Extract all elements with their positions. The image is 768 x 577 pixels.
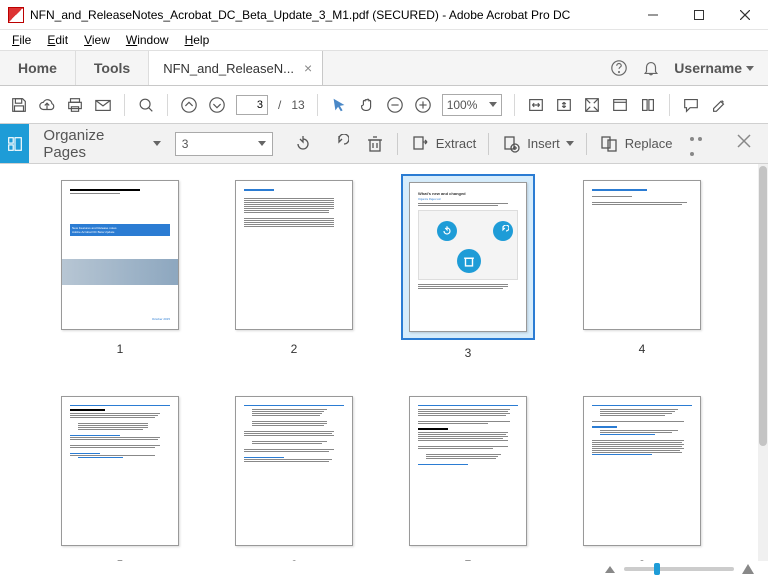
page-thumbnail[interactable]: 4 bbox=[562, 174, 722, 360]
tab-tools[interactable]: Tools bbox=[76, 51, 149, 85]
app-icon bbox=[8, 7, 24, 23]
organize-page-dropdown[interactable]: 3 bbox=[175, 132, 273, 156]
fullscreen-icon[interactable] bbox=[583, 96, 601, 114]
hand-tool-icon[interactable] bbox=[358, 96, 376, 114]
bottom-bar bbox=[0, 561, 768, 577]
tab-document-label: NFN_and_ReleaseN... bbox=[163, 61, 294, 76]
account-menu[interactable]: Username bbox=[674, 60, 754, 76]
page-thumbnail[interactable]: New Features and Release notesAdobe Acro… bbox=[40, 174, 200, 360]
page-thumbnail[interactable]: 5 bbox=[40, 390, 200, 561]
search-icon[interactable] bbox=[137, 96, 155, 114]
trash-icon bbox=[365, 134, 385, 154]
menu-bar: File Edit View Window Help bbox=[0, 30, 768, 50]
page-sep: / bbox=[278, 98, 281, 112]
page-label: 1 bbox=[117, 342, 124, 356]
rotate-ccw-icon bbox=[293, 134, 313, 154]
title-bar: NFN_and_ReleaseNotes_Acrobat_DC_Beta_Upd… bbox=[0, 0, 768, 30]
tab-home[interactable]: Home bbox=[0, 51, 76, 85]
thumbnails-area: New Features and Release notesAdobe Acro… bbox=[0, 164, 758, 561]
cloud-icon[interactable] bbox=[38, 96, 56, 114]
menu-window[interactable]: Window bbox=[118, 31, 177, 49]
replace-icon bbox=[599, 134, 619, 154]
save-icon[interactable] bbox=[10, 96, 28, 114]
fit-page-icon[interactable] bbox=[555, 96, 573, 114]
username-label: Username bbox=[674, 60, 742, 76]
insert-label: Insert bbox=[527, 136, 560, 151]
zoom-out-icon[interactable] bbox=[386, 96, 404, 114]
organize-page-value: 3 bbox=[182, 137, 189, 151]
page-thumbnail[interactable]: 8 bbox=[562, 390, 722, 561]
insert-icon bbox=[501, 134, 521, 154]
comment-icon[interactable] bbox=[682, 96, 700, 114]
read-mode-icon[interactable] bbox=[611, 96, 629, 114]
maximize-button[interactable] bbox=[676, 0, 722, 29]
page-thumbnail[interactable]: 2 bbox=[214, 174, 374, 360]
menu-view[interactable]: View bbox=[76, 31, 118, 49]
page-label: 3 bbox=[465, 346, 472, 360]
organize-label: Organize Pages bbox=[43, 127, 148, 161]
mail-icon[interactable] bbox=[94, 96, 112, 114]
fit-width-icon[interactable] bbox=[527, 96, 545, 114]
rotate-ccw-button[interactable] bbox=[285, 124, 321, 163]
more-icon bbox=[688, 129, 712, 159]
organize-dropdown[interactable]: Organize Pages bbox=[29, 127, 174, 161]
menu-help[interactable]: Help bbox=[177, 31, 218, 49]
rotate-cw-button[interactable] bbox=[321, 124, 357, 163]
thumbnail-zoom-slider[interactable] bbox=[624, 567, 734, 571]
tab-close-icon[interactable]: × bbox=[304, 60, 312, 76]
caret-down-icon bbox=[153, 141, 161, 146]
tabs-row: Home Tools NFN_and_ReleaseN... × Usernam… bbox=[0, 50, 768, 86]
page-thumbnail[interactable]: 6 bbox=[214, 390, 374, 561]
organize-panel-icon[interactable] bbox=[0, 124, 29, 163]
tab-document[interactable]: NFN_and_ReleaseN... × bbox=[149, 51, 323, 85]
extract-icon bbox=[410, 134, 430, 154]
menu-edit[interactable]: Edit bbox=[39, 31, 76, 49]
rotate-cw-icon bbox=[329, 134, 349, 154]
zoom-dropdown[interactable]: 100% bbox=[442, 94, 502, 116]
thumb-large-icon bbox=[742, 564, 754, 574]
page-thumbnail-selected[interactable]: What's new and changed Organize Pages to… bbox=[388, 174, 548, 360]
close-button[interactable] bbox=[722, 0, 768, 29]
help-icon[interactable] bbox=[610, 59, 628, 77]
page-down-icon[interactable] bbox=[208, 96, 226, 114]
organize-toolbar: Organize Pages 3 Extract Insert Replace bbox=[0, 124, 768, 164]
extract-button[interactable]: Extract bbox=[402, 124, 484, 163]
caret-down-icon bbox=[566, 141, 574, 146]
scrollbar-thumb[interactable] bbox=[759, 166, 767, 446]
page-label: 4 bbox=[639, 342, 646, 356]
delete-button[interactable] bbox=[357, 124, 393, 163]
print-icon[interactable] bbox=[66, 96, 84, 114]
thumb-small-icon bbox=[604, 564, 616, 574]
replace-button[interactable]: Replace bbox=[591, 124, 681, 163]
caret-down-icon bbox=[746, 66, 754, 71]
page-number-input[interactable] bbox=[236, 95, 268, 115]
extract-label: Extract bbox=[436, 136, 476, 151]
more-button[interactable] bbox=[680, 124, 720, 163]
view-mode-icon[interactable] bbox=[639, 96, 657, 114]
insert-button[interactable]: Insert bbox=[493, 124, 582, 163]
menu-file[interactable]: File bbox=[4, 31, 39, 49]
page-total: 13 bbox=[291, 98, 304, 112]
zoom-in-icon[interactable] bbox=[414, 96, 432, 114]
highlight-icon[interactable] bbox=[710, 96, 728, 114]
window-title: NFN_and_ReleaseNotes_Acrobat_DC_Beta_Upd… bbox=[30, 8, 570, 22]
page-label: 2 bbox=[291, 342, 298, 356]
vertical-scrollbar[interactable] bbox=[758, 164, 768, 561]
caret-down-icon bbox=[258, 141, 266, 146]
page-up-icon[interactable] bbox=[180, 96, 198, 114]
selection-tool-icon[interactable] bbox=[330, 96, 348, 114]
organize-close-button[interactable] bbox=[720, 133, 768, 154]
page-thumbnail[interactable]: 7 bbox=[388, 390, 548, 561]
minimize-button[interactable] bbox=[630, 0, 676, 29]
caret-down-icon bbox=[489, 102, 497, 107]
slider-knob[interactable] bbox=[654, 563, 660, 575]
main-toolbar: / 13 100% bbox=[0, 86, 768, 124]
notifications-icon[interactable] bbox=[642, 59, 660, 77]
zoom-value: 100% bbox=[447, 98, 478, 112]
replace-label: Replace bbox=[625, 136, 673, 151]
